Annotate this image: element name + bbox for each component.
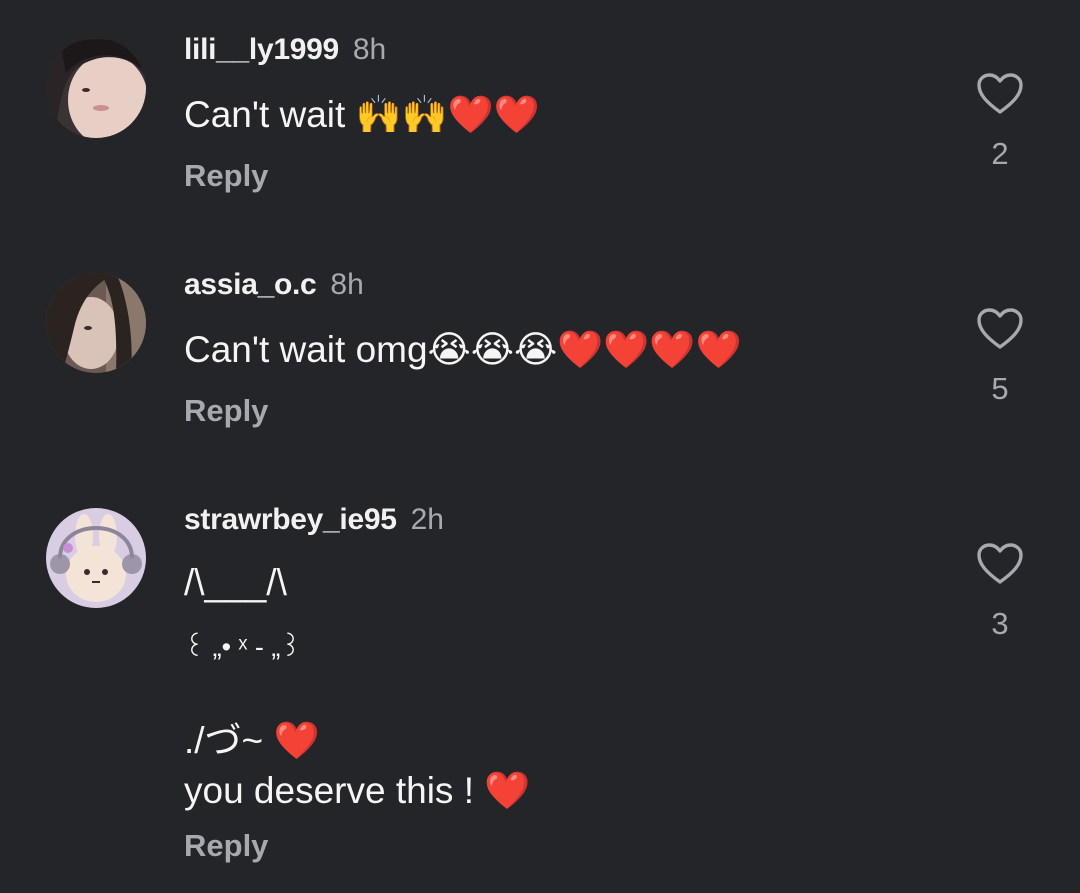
comment-time: 8h — [330, 268, 364, 301]
reply-button[interactable]: Reply — [184, 824, 944, 868]
avatar[interactable] — [46, 508, 146, 608]
avatar[interactable] — [46, 273, 146, 373]
comment-username[interactable]: strawrbey_ie95 — [184, 503, 397, 536]
heart-outline-icon — [977, 73, 1023, 114]
avatar[interactable] — [46, 38, 146, 138]
reply-button[interactable]: Reply — [184, 389, 944, 433]
comment-username[interactable]: lili__ly1999 — [184, 33, 339, 66]
heart-outline-icon — [977, 543, 1023, 584]
heart-outline-icon — [977, 308, 1023, 349]
comment-text: Can't wait omg😭😭😭❤️❤️❤️❤️ — [184, 329, 742, 370]
like-count: 5 — [991, 371, 1009, 406]
comment-time: 8h — [352, 33, 387, 66]
like-count: 2 — [991, 136, 1009, 171]
comment-blank-line — [184, 672, 944, 716]
comment-text: ./づ~ ❤️ — [184, 720, 320, 761]
comment-text: Can't wait 🙌🙌❤️❤️ — [184, 94, 540, 135]
comment-time: 2h — [410, 503, 444, 536]
like-button[interactable]: 5 — [970, 307, 1030, 407]
like-button[interactable]: 3 — [970, 542, 1030, 642]
reply-button[interactable]: Reply — [184, 154, 944, 198]
comment-username[interactable]: assia_o.c — [184, 268, 317, 301]
comment-text: /\___/\ — [184, 562, 287, 603]
like-count: 3 — [991, 606, 1009, 641]
comment-text: ꒰ „• ˣ - „꒱ — [184, 632, 302, 662]
like-button[interactable]: 2 — [970, 72, 1030, 172]
comment-text: you deserve this ! ❤️ — [184, 770, 531, 811]
